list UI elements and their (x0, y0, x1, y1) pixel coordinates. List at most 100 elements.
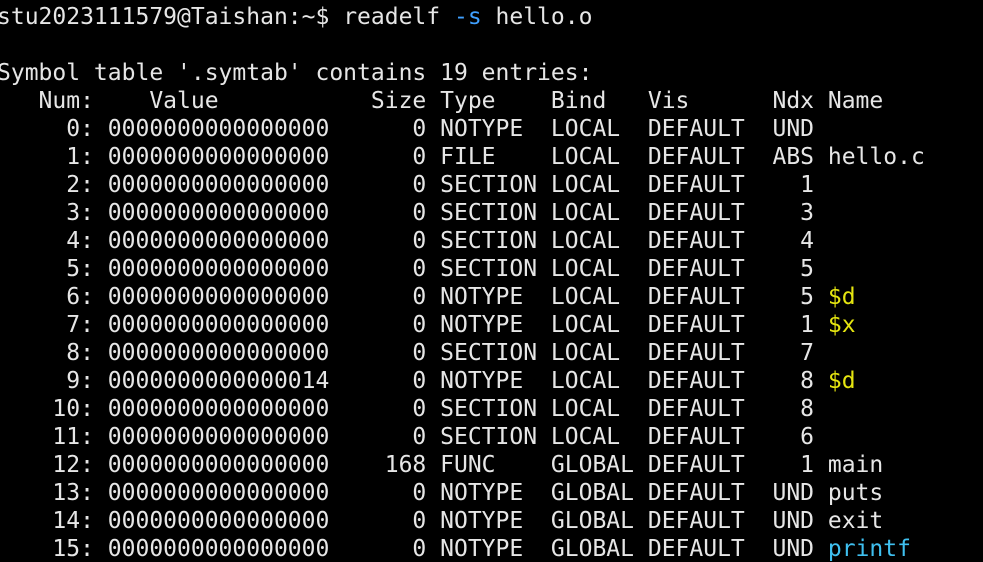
symbol-type: NOTYPE (440, 480, 551, 506)
symbol-vis: DEFAULT (647, 424, 773, 450)
symbol-row: 1: 0000000000000000 0 FILE LOCAL DEFAULT… (0, 143, 925, 171)
column-header-num: Num: (0, 88, 108, 114)
symbol-value: 0000000000000000 (107, 424, 344, 450)
symbol-ndx: 8 (772, 368, 828, 394)
symbol-num: 3: (0, 200, 108, 226)
symbol-bind: LOCAL (550, 200, 648, 226)
symbol-ndx: 6 (772, 424, 828, 450)
symbol-size: 0 (343, 116, 441, 142)
symbol-type: NOTYPE (440, 312, 551, 338)
command-argument: hello.o (481, 4, 593, 30)
symbol-size: 168 (343, 452, 441, 478)
symbol-vis: DEFAULT (647, 368, 773, 394)
symbol-size: 0 (343, 284, 441, 310)
symbol-size: 0 (343, 368, 441, 394)
symbol-row: 14: 0000000000000000 0 NOTYPE GLOBAL DEF… (0, 507, 925, 535)
symbol-ndx: UND (772, 536, 828, 562)
symbol-row: 13: 0000000000000000 0 NOTYPE GLOBAL DEF… (0, 479, 925, 507)
symbol-ndx: ABS (772, 144, 828, 170)
symbol-vis: DEFAULT (647, 340, 773, 366)
symbol-row: 5: 0000000000000000 0 SECTION LOCAL DEFA… (0, 255, 925, 283)
symbol-bind: LOCAL (550, 256, 648, 282)
symbol-row: 15: 0000000000000000 0 NOTYPE GLOBAL DEF… (0, 535, 925, 562)
symbol-value: 0000000000000000 (107, 312, 344, 338)
symbol-bind: LOCAL (550, 284, 648, 310)
symbol-bind: GLOBAL (550, 452, 648, 478)
symbol-size: 0 (343, 172, 441, 198)
symbol-num: 9: (0, 368, 108, 394)
symbol-vis: DEFAULT (647, 144, 773, 170)
symbol-size: 0 (343, 536, 441, 562)
symbol-type: NOTYPE (440, 284, 551, 310)
symbol-type: SECTION (440, 172, 551, 198)
symbol-size: 0 (343, 480, 441, 506)
symbol-num: 7: (0, 312, 108, 338)
symbol-type: NOTYPE (440, 508, 551, 534)
symbol-ndx: 7 (772, 340, 828, 366)
symbol-value: 0000000000000000 (107, 340, 344, 366)
symbol-bind: LOCAL (550, 228, 648, 254)
symbol-num: 1: (0, 144, 108, 170)
symbol-size: 0 (343, 200, 441, 226)
symbol-num: 0: (0, 116, 108, 142)
symbol-value: 0000000000000000 (107, 396, 344, 422)
symbol-row: 7: 0000000000000000 0 NOTYPE LOCAL DEFAU… (0, 311, 925, 339)
shell-prompt: stu2023111579@Taishan:~$ (0, 4, 344, 30)
symbol-bind: LOCAL (550, 312, 648, 338)
symbol-name: printf (827, 536, 911, 562)
command-name: readelf (343, 4, 454, 30)
symbol-size: 0 (343, 228, 441, 254)
symbol-ndx: UND (772, 116, 828, 142)
symbol-row: 3: 0000000000000000 0 SECTION LOCAL DEFA… (0, 199, 925, 227)
symbol-num: 2: (0, 172, 108, 198)
symbol-bind: GLOBAL (550, 508, 648, 534)
symbol-name: $d (827, 368, 856, 394)
symbol-vis: DEFAULT (647, 228, 773, 254)
symbol-type: SECTION (440, 256, 551, 282)
symbol-type: FUNC (440, 452, 551, 478)
symbol-name: exit (827, 508, 884, 534)
symtab-header: Symbol table '.symtab' contains 19 entri… (0, 60, 593, 86)
symbol-bind: LOCAL (550, 424, 648, 450)
symbol-ndx: UND (772, 480, 828, 506)
symbol-size: 0 (343, 340, 441, 366)
symbol-vis: DEFAULT (647, 172, 773, 198)
symbol-vis: DEFAULT (647, 536, 773, 562)
command-line: stu2023111579@Taishan:~$ readelf -s hell… (0, 3, 592, 31)
symbol-vis: DEFAULT (647, 312, 773, 338)
symbol-vis: DEFAULT (647, 480, 773, 506)
terminal-window[interactable]: ~ ~ ~ ~ ~ ~ ~ ~ ~ ~ ~ ~ ~ stu2023111579@… (0, 0, 983, 562)
symbol-type: SECTION (440, 340, 551, 366)
command-flag: -s (453, 4, 482, 30)
symbol-num: 13: (0, 480, 108, 506)
symbol-bind: LOCAL (550, 172, 648, 198)
symbol-bind: LOCAL (550, 368, 648, 394)
symbol-type: NOTYPE (440, 536, 551, 562)
symbol-num: 15: (0, 536, 108, 562)
symbol-vis: DEFAULT (647, 256, 773, 282)
symbol-vis: DEFAULT (647, 452, 773, 478)
symbol-ndx: UND (772, 508, 828, 534)
symbol-row: 6: 0000000000000000 0 NOTYPE LOCAL DEFAU… (0, 283, 925, 311)
symbol-bind: GLOBAL (550, 536, 648, 562)
symbol-value: 0000000000000000 (107, 508, 344, 534)
column-header-size: Size (343, 88, 441, 114)
symbol-value: 0000000000000000 (107, 536, 344, 562)
symbol-value: 0000000000000000 (107, 452, 344, 478)
column-header-vis: Vis (647, 88, 773, 114)
symbol-vis: DEFAULT (647, 284, 773, 310)
column-header-name: Name (827, 88, 884, 114)
symbol-ndx: 8 (772, 396, 828, 422)
symbol-row: 0: 0000000000000000 0 NOTYPE LOCAL DEFAU… (0, 115, 925, 143)
symbol-bind: LOCAL (550, 340, 648, 366)
symbol-row: 4: 0000000000000000 0 SECTION LOCAL DEFA… (0, 227, 925, 255)
symbol-num: 12: (0, 452, 108, 478)
symbol-row: 2: 0000000000000000 0 SECTION LOCAL DEFA… (0, 171, 925, 199)
symbol-value: 0000000000000000 (107, 116, 344, 142)
symbol-name: main (827, 452, 884, 478)
symbol-row: 9: 0000000000000014 0 NOTYPE LOCAL DEFAU… (0, 367, 925, 395)
symbol-value: 0000000000000000 (107, 200, 344, 226)
symbol-row: 11: 0000000000000000 0 SECTION LOCAL DEF… (0, 423, 925, 451)
symbol-type: SECTION (440, 396, 551, 422)
column-header-ndx: Ndx (772, 88, 828, 114)
